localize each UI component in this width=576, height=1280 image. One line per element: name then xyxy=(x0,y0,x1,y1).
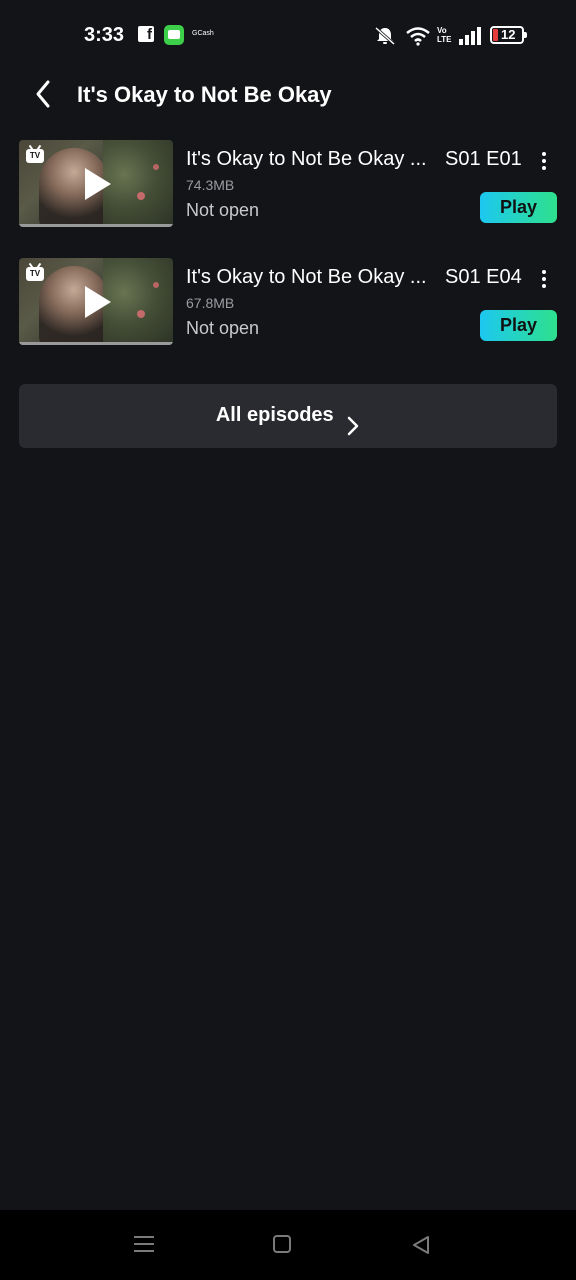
messages-icon xyxy=(164,25,184,45)
home-icon[interactable] xyxy=(273,1235,291,1253)
all-episodes-label: All episodes xyxy=(215,404,334,426)
episode-title: It's Okay to Not Be Okay ... xyxy=(186,266,427,288)
back-button[interactable] xyxy=(26,76,62,112)
more-options-icon[interactable] xyxy=(536,150,552,172)
progress-bar xyxy=(19,224,173,227)
episode-code: S01 E01 xyxy=(445,148,522,170)
volte-icon: Vo LTE xyxy=(437,26,452,44)
gcash-icon: GCash xyxy=(192,30,214,37)
play-icon xyxy=(85,168,111,200)
status-time: 3:33 xyxy=(84,24,125,46)
wifi-icon xyxy=(405,26,431,51)
list-item[interactable]: TV It's Okay to Not Be Okay ... S01 E04 … xyxy=(0,258,576,348)
episode-size: 74.3MB xyxy=(186,177,235,193)
tv-icon: TV xyxy=(26,149,44,163)
page-title: It's Okay to Not Be Okay xyxy=(77,82,332,107)
episode-thumbnail[interactable]: TV xyxy=(19,140,173,227)
battery-level: 12 xyxy=(501,27,516,42)
signal-icon xyxy=(458,27,482,50)
status-bar: 3:33 f GCash Vo LTE 12 xyxy=(0,0,576,72)
episode-status: Not open xyxy=(186,200,260,220)
play-icon xyxy=(85,286,111,318)
facebook-icon: f xyxy=(138,26,154,43)
episode-title: It's Okay to Not Be Okay ... xyxy=(186,148,427,170)
episode-status: Not open xyxy=(186,318,260,338)
back-triangle-icon[interactable] xyxy=(410,1234,432,1261)
episode-code: S01 E04 xyxy=(445,266,522,288)
progress-bar xyxy=(19,342,173,345)
system-nav-bar xyxy=(0,1210,576,1280)
episode-thumbnail[interactable]: TV xyxy=(19,258,173,345)
bell-muted-icon xyxy=(372,26,398,51)
play-button[interactable]: Play xyxy=(480,192,557,223)
chevron-left-icon xyxy=(36,80,50,108)
episode-size: 67.8MB xyxy=(186,295,235,311)
tv-icon: TV xyxy=(26,267,44,281)
all-episodes-button[interactable]: All episodes xyxy=(19,384,557,448)
battery-icon: 12 xyxy=(490,26,527,44)
recent-apps-icon[interactable] xyxy=(134,1234,154,1254)
header: It's Okay to Not Be Okay xyxy=(0,72,576,122)
more-options-icon[interactable] xyxy=(536,268,552,290)
list-item[interactable]: TV It's Okay to Not Be Okay ... S01 E01 … xyxy=(0,140,576,230)
play-button[interactable]: Play xyxy=(480,310,557,341)
chevron-right-icon xyxy=(347,416,359,436)
